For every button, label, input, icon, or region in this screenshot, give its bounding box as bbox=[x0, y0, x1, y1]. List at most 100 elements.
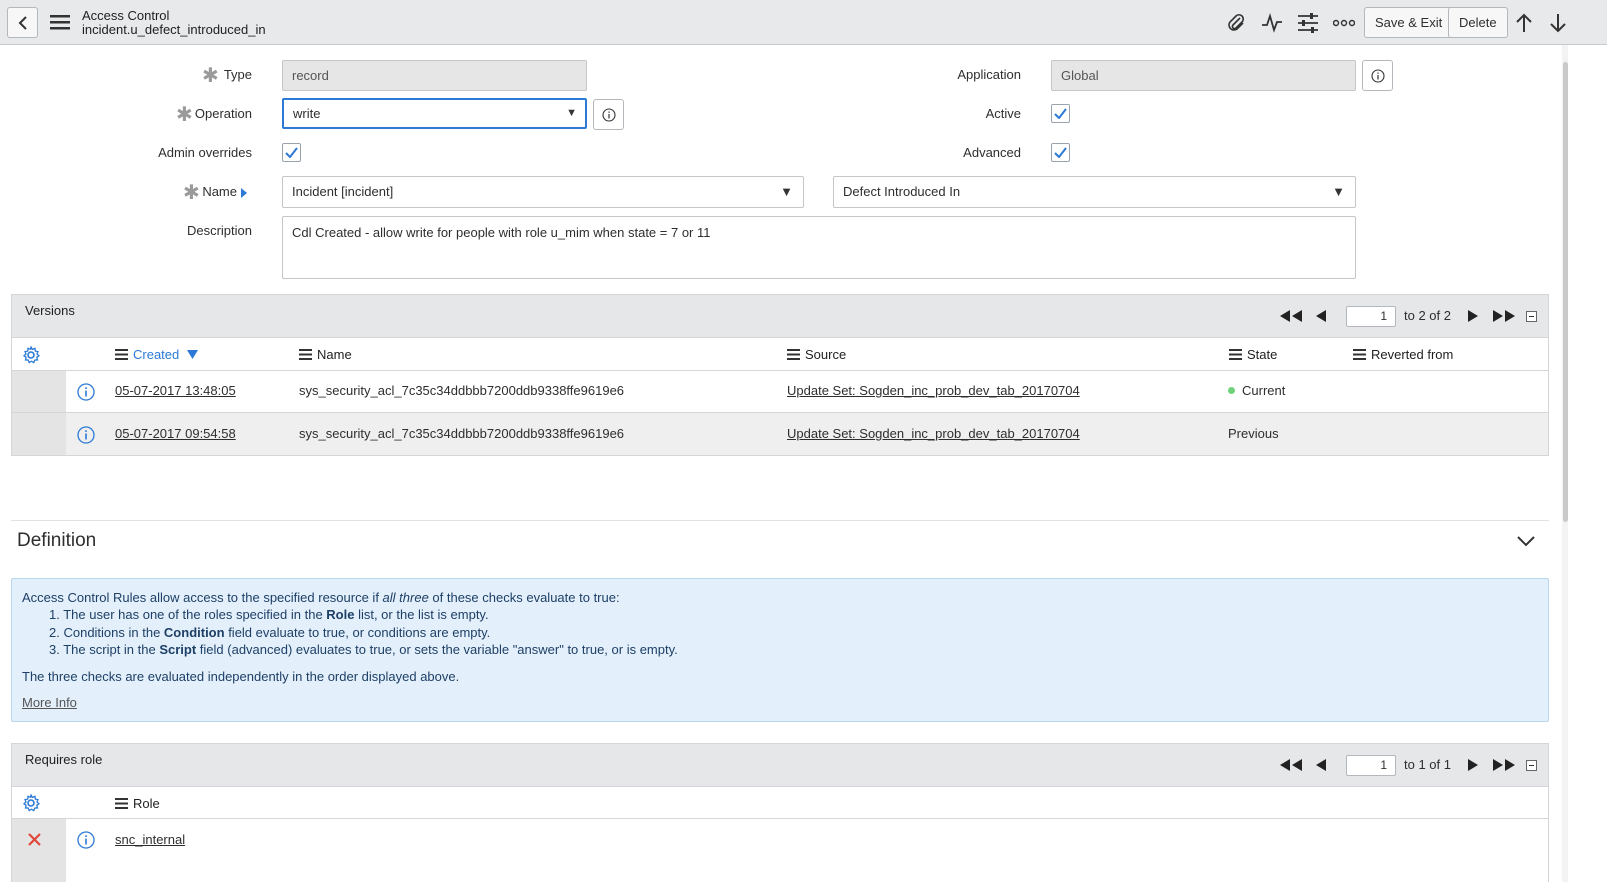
versions-column-header: Created Name Source State Reverted from bbox=[11, 338, 1549, 371]
column-state[interactable]: State bbox=[1229, 338, 1277, 371]
application-field: Global bbox=[1051, 60, 1356, 91]
column-created[interactable]: Created bbox=[115, 338, 199, 371]
column-menu-icon[interactable] bbox=[1353, 349, 1366, 360]
dropdown-arrow-icon: ▼ bbox=[566, 107, 577, 119]
current-status-dot bbox=[1228, 387, 1235, 394]
version-name: sys_security_acl_7c35c34ddbbb7200ddb9338… bbox=[299, 426, 625, 441]
collapse-list-icon[interactable] bbox=[1526, 760, 1537, 771]
column-role-label: Role bbox=[133, 795, 160, 811]
next-page-icon[interactable] bbox=[1467, 310, 1479, 322]
version-source-link[interactable]: Update Set: Sogden_inc_prob_dev_tab_2017… bbox=[787, 426, 1080, 441]
description-textarea[interactable]: Cdl Created - allow write for people wit… bbox=[282, 216, 1356, 279]
last-page-icon[interactable] bbox=[1492, 759, 1516, 771]
scrollbar-thumb[interactable] bbox=[1563, 62, 1568, 522]
info-icon[interactable] bbox=[77, 831, 95, 849]
form-subtitle: incident.u_defect_introduced_in bbox=[82, 22, 266, 37]
type-label: Type bbox=[223, 67, 252, 82]
versions-page-input[interactable]: 1 bbox=[1346, 306, 1396, 327]
table-row: snc_internal bbox=[11, 819, 1549, 882]
arrow-up-icon[interactable] bbox=[1513, 12, 1535, 34]
role-link[interactable]: snc_internal bbox=[115, 832, 185, 847]
checkmark-icon bbox=[1054, 147, 1067, 158]
next-page-icon[interactable] bbox=[1467, 759, 1479, 771]
column-created-label: Created bbox=[133, 347, 180, 362]
definition-footer: The three checks are evaluated independe… bbox=[22, 669, 460, 684]
column-role[interactable]: Role bbox=[115, 787, 160, 819]
column-state-label: State bbox=[1247, 347, 1278, 362]
arrow-down-icon[interactable] bbox=[1547, 12, 1569, 34]
column-menu-icon[interactable] bbox=[299, 349, 312, 360]
requires-role-list-header: Requires role 1 to 1 of 1 bbox=[11, 743, 1549, 787]
definition-title: Definition bbox=[17, 530, 97, 551]
more-info-link[interactable]: More Info bbox=[22, 695, 77, 710]
version-created-link[interactable]: 05-07-2017 09:54:58 bbox=[115, 426, 236, 441]
column-menu-icon[interactable] bbox=[1229, 349, 1242, 360]
activity-icon[interactable] bbox=[1261, 12, 1283, 34]
info-icon[interactable] bbox=[77, 383, 95, 401]
operation-info-button[interactable] bbox=[593, 99, 624, 130]
column-menu-icon[interactable] bbox=[787, 349, 800, 360]
gear-icon[interactable] bbox=[22, 794, 40, 812]
advanced-checkbox[interactable] bbox=[1051, 143, 1070, 162]
sort-down-icon[interactable] bbox=[187, 350, 199, 359]
column-source[interactable]: Source bbox=[787, 338, 846, 371]
admin-overrides-checkbox[interactable] bbox=[282, 143, 301, 162]
first-page-icon[interactable] bbox=[1279, 759, 1303, 771]
dropdown-arrow-icon: ▼ bbox=[1332, 184, 1345, 199]
version-state: Previous bbox=[1228, 426, 1279, 441]
name-field-value: Defect Introduced In bbox=[843, 184, 961, 199]
delete-button[interactable]: Delete bbox=[1448, 7, 1508, 38]
versions-title: Versions bbox=[25, 303, 75, 318]
dropdown-arrow-icon: ▼ bbox=[780, 184, 793, 199]
column-name[interactable]: Name bbox=[299, 338, 352, 371]
more-icon[interactable] bbox=[1333, 12, 1355, 34]
column-reverted-from[interactable]: Reverted from bbox=[1353, 338, 1453, 371]
type-field: record bbox=[282, 60, 587, 91]
versions-page-text: to 2 of 2 bbox=[1404, 308, 1451, 323]
checkmark-icon bbox=[1054, 108, 1067, 119]
definition-item-3: 3. The script in the Script field (advan… bbox=[49, 642, 678, 657]
definition-intro: Access Control Rules allow access to the… bbox=[22, 590, 620, 605]
chevron-down-icon[interactable] bbox=[1516, 534, 1536, 548]
save-exit-button[interactable]: Save & Exit bbox=[1364, 7, 1454, 38]
row-gutter bbox=[12, 371, 66, 412]
previous-page-icon[interactable] bbox=[1315, 759, 1327, 771]
section-divider bbox=[11, 520, 1549, 521]
column-source-label: Source bbox=[805, 347, 847, 362]
info-icon bbox=[1370, 68, 1385, 83]
column-menu-icon[interactable] bbox=[115, 349, 128, 360]
collapse-list-icon[interactable] bbox=[1526, 311, 1537, 322]
active-checkbox[interactable] bbox=[1051, 104, 1070, 123]
info-icon[interactable] bbox=[77, 426, 95, 444]
table-row: 05-07-2017 09:54:58 sys_security_acl_7c3… bbox=[11, 413, 1549, 456]
operation-select[interactable]: write ▼ bbox=[282, 98, 587, 129]
active-label: Active bbox=[985, 106, 1021, 121]
gear-icon[interactable] bbox=[22, 346, 40, 364]
name-expand-icon[interactable] bbox=[241, 188, 247, 198]
last-page-icon[interactable] bbox=[1492, 310, 1516, 322]
back-icon bbox=[18, 15, 27, 30]
paperclip-icon[interactable] bbox=[1225, 12, 1247, 34]
version-state-label: Current bbox=[1242, 383, 1286, 398]
settings-sliders-icon[interactable] bbox=[1297, 12, 1319, 34]
previous-page-icon[interactable] bbox=[1315, 310, 1327, 322]
checkmark-icon bbox=[285, 147, 298, 158]
column-menu-icon[interactable] bbox=[115, 797, 128, 809]
advanced-label: Advanced bbox=[963, 145, 1021, 160]
first-page-icon[interactable] bbox=[1279, 310, 1303, 322]
back-button[interactable] bbox=[7, 7, 38, 38]
row-gutter bbox=[12, 413, 66, 455]
application-label: Application bbox=[957, 67, 1021, 82]
name-table-select[interactable]: Incident [incident] ▼ bbox=[282, 176, 804, 208]
menu-icon[interactable] bbox=[50, 14, 70, 30]
requires-role-page-input[interactable]: 1 bbox=[1346, 755, 1396, 776]
versions-list-header: Versions 1 to 2 of 2 bbox=[11, 294, 1549, 338]
operation-label: Operation bbox=[194, 106, 252, 121]
version-source-link[interactable]: Update Set: Sogden_inc_prob_dev_tab_2017… bbox=[787, 383, 1080, 398]
version-created-link[interactable]: 05-07-2017 13:48:05 bbox=[115, 383, 236, 398]
definition-item-1: 1. The user has one of the roles specifi… bbox=[49, 607, 489, 622]
column-reverted-from-label: Reverted from bbox=[1371, 347, 1454, 362]
delete-x-icon[interactable] bbox=[28, 833, 41, 846]
application-info-button[interactable] bbox=[1362, 60, 1393, 91]
name-field-select[interactable]: Defect Introduced In ▼ bbox=[833, 176, 1356, 208]
